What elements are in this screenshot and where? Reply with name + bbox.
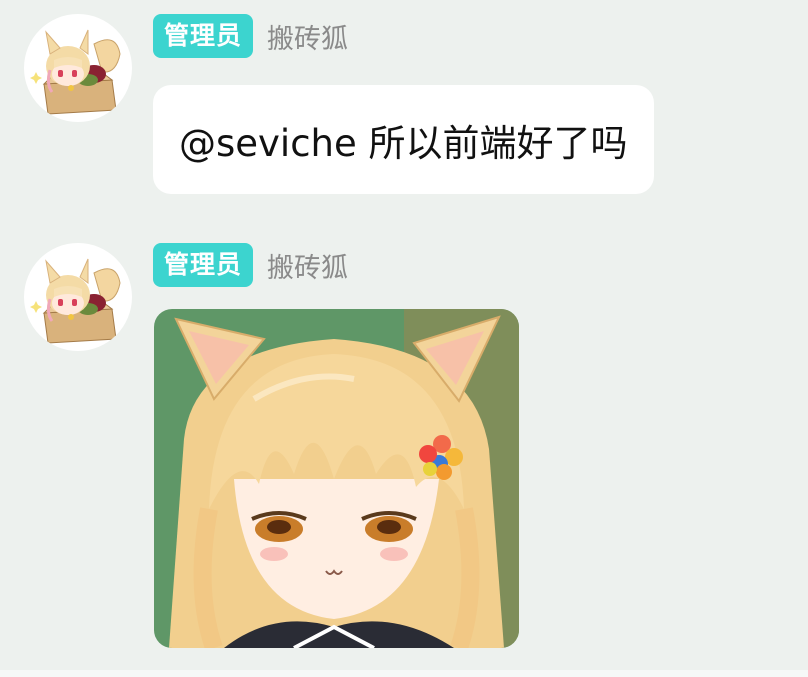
message-header: 管理员 搬砖狐 (153, 243, 348, 287)
sender-username[interactable]: 搬砖狐 (267, 246, 348, 285)
bottom-divider (0, 670, 808, 677)
chat-message: 管理员 搬砖狐 (0, 0, 808, 660)
admin-role-badge: 管理员 (153, 243, 254, 287)
fox-girl-sticker-image-icon[interactable] (154, 309, 519, 648)
fox-girl-avatar-icon[interactable] (24, 243, 132, 351)
